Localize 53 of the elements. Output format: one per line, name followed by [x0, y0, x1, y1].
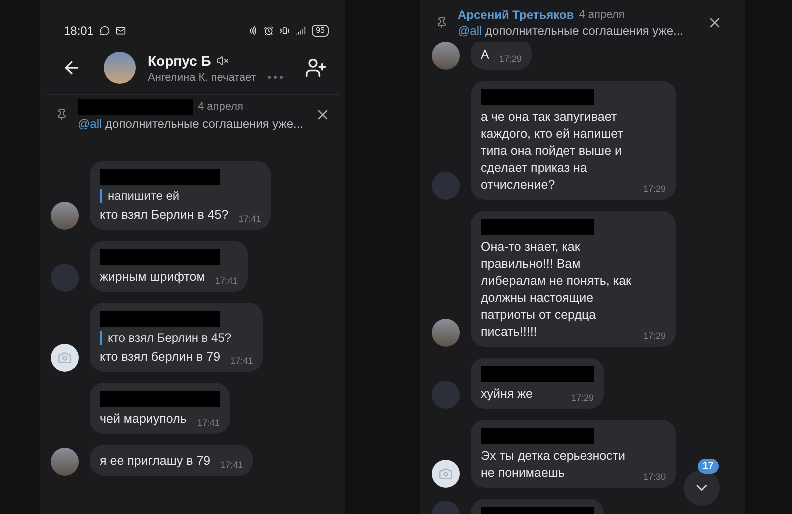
message-text: жирным шрифтом	[100, 269, 206, 286]
vibrate-icon	[280, 26, 290, 36]
message-time: 17:41	[197, 418, 220, 428]
message-time: 17:41	[238, 214, 262, 224]
signal-icon	[296, 26, 306, 36]
unread-count: 17	[698, 459, 719, 474]
alarm-icon	[264, 26, 274, 36]
camera-avatar	[51, 344, 79, 372]
scroll-down-button[interactable]	[684, 470, 720, 506]
pinned-date: 4 апреля	[198, 101, 244, 113]
message-time: 17:29	[499, 54, 522, 64]
reply-quote: кто взял Берлин в 45?	[100, 331, 254, 345]
avatar-image	[432, 172, 460, 200]
avatar-image	[51, 264, 79, 292]
camera-avatar	[432, 460, 460, 488]
message-text: а че она так запугивает каждого, кто ей напишет типа она пойдет выше и сделает приказ на отчисление?	[481, 109, 624, 194]
message-text: кто взял берлин в 79	[100, 349, 221, 366]
pin-icon	[436, 17, 448, 29]
message-text: Эх ты детка серьезности не понимаешь	[481, 448, 627, 482]
avatar-image	[432, 381, 460, 409]
chat-icon	[100, 26, 110, 36]
message-text: Она-то знает, как правильно!!! Вам либералам не понять, как должны настоящие патриоты от сердца писать!!!!!	[481, 239, 633, 341]
pinned-message[interactable]: @all дополнительные соглашения уже...	[458, 24, 697, 38]
message-time: 17:29	[643, 184, 666, 194]
mail-icon	[116, 26, 126, 36]
message-time: 17:30	[643, 472, 666, 482]
message-text: хуйня же	[481, 386, 533, 403]
typing-status: Ангелина К. печатает	[148, 72, 256, 84]
reply-quote: напишите ей	[100, 189, 262, 203]
avatar-photo	[432, 42, 460, 70]
pinned-author: Арсений Третьяков	[458, 8, 574, 22]
typing-dots-icon	[268, 76, 284, 79]
group-avatar-photo	[104, 52, 136, 84]
message-text: А	[481, 47, 490, 64]
message-time: 17:41	[230, 356, 254, 366]
nfc-icon	[248, 26, 258, 36]
message-text: чей мариуполь	[100, 411, 187, 428]
message-time: 17:41	[215, 276, 238, 286]
message-time: 17:29	[571, 393, 594, 403]
message-text: кто взял Берлин в 45?	[100, 207, 229, 224]
pinned-date: 4 апреля	[579, 9, 625, 21]
add-member-button[interactable]	[305, 57, 327, 79]
message-text: я ее приглашу в 79	[100, 453, 211, 470]
pin-icon	[56, 109, 68, 121]
pinned-message[interactable]: @all дополнительные соглашения уже...	[78, 117, 305, 131]
avatar-photo	[51, 448, 79, 476]
chat-title: Корпус Б	[148, 52, 212, 68]
message-time: 17:29	[643, 331, 666, 341]
avatar-photo	[51, 202, 79, 230]
avatar-photo	[432, 319, 460, 347]
message-time: 17:41	[220, 460, 244, 470]
battery-level: 95	[312, 25, 329, 37]
status-time: 18:01	[64, 24, 94, 38]
